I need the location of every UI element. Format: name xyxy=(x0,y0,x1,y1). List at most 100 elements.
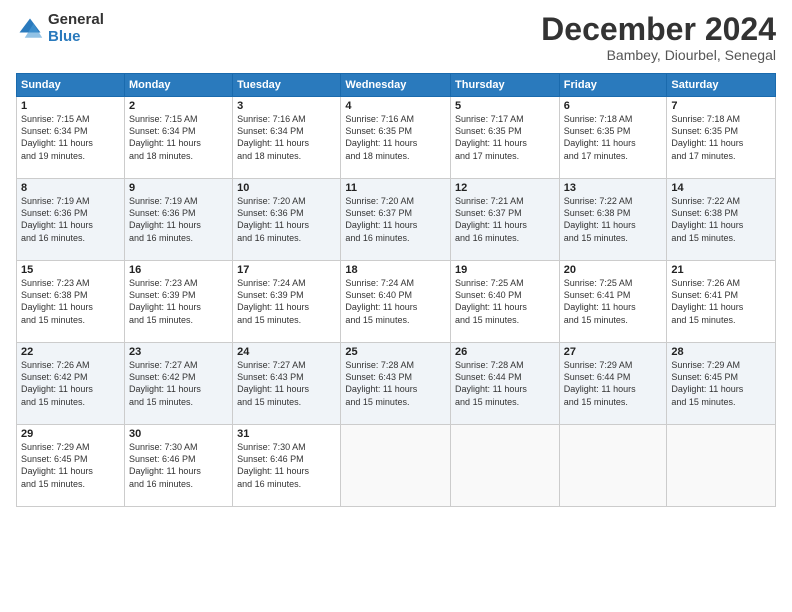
week-row-5: 29Sunrise: 7:29 AMSunset: 6:45 PMDayligh… xyxy=(17,425,776,507)
day-cell: 30Sunrise: 7:30 AMSunset: 6:46 PMDayligh… xyxy=(124,425,232,507)
week-row-1: 1Sunrise: 7:15 AMSunset: 6:34 PMDaylight… xyxy=(17,97,776,179)
day-info: Sunrise: 7:29 AMSunset: 6:45 PMDaylight:… xyxy=(21,441,120,490)
day-number: 21 xyxy=(671,264,771,276)
day-info: Sunrise: 7:30 AMSunset: 6:46 PMDaylight:… xyxy=(237,441,336,490)
day-number: 28 xyxy=(671,346,771,358)
day-number: 27 xyxy=(564,346,663,358)
day-cell: 4Sunrise: 7:16 AMSunset: 6:35 PMDaylight… xyxy=(341,97,451,179)
day-cell: 18Sunrise: 7:24 AMSunset: 6:40 PMDayligh… xyxy=(341,261,451,343)
day-info: Sunrise: 7:21 AMSunset: 6:37 PMDaylight:… xyxy=(455,195,555,244)
day-info: Sunrise: 7:20 AMSunset: 6:37 PMDaylight:… xyxy=(345,195,446,244)
day-cell: 7Sunrise: 7:18 AMSunset: 6:35 PMDaylight… xyxy=(667,97,776,179)
day-cell xyxy=(451,425,560,507)
day-number: 9 xyxy=(129,182,228,194)
day-number: 30 xyxy=(129,428,228,440)
day-cell: 21Sunrise: 7:26 AMSunset: 6:41 PMDayligh… xyxy=(667,261,776,343)
day-number: 22 xyxy=(21,346,120,358)
day-info: Sunrise: 7:26 AMSunset: 6:42 PMDaylight:… xyxy=(21,359,120,408)
day-cell xyxy=(667,425,776,507)
day-cell: 26Sunrise: 7:28 AMSunset: 6:44 PMDayligh… xyxy=(451,343,560,425)
day-cell: 25Sunrise: 7:28 AMSunset: 6:43 PMDayligh… xyxy=(341,343,451,425)
day-number: 25 xyxy=(345,346,446,358)
day-info: Sunrise: 7:26 AMSunset: 6:41 PMDaylight:… xyxy=(671,277,771,326)
header-cell-thursday: Thursday xyxy=(451,74,560,97)
day-cell: 5Sunrise: 7:17 AMSunset: 6:35 PMDaylight… xyxy=(451,97,560,179)
header-cell-sunday: Sunday xyxy=(17,74,125,97)
day-info: Sunrise: 7:24 AMSunset: 6:39 PMDaylight:… xyxy=(237,277,336,326)
header-cell-tuesday: Tuesday xyxy=(233,74,341,97)
day-info: Sunrise: 7:24 AMSunset: 6:40 PMDaylight:… xyxy=(345,277,446,326)
day-number: 7 xyxy=(671,100,771,112)
day-cell: 17Sunrise: 7:24 AMSunset: 6:39 PMDayligh… xyxy=(233,261,341,343)
header-cell-monday: Monday xyxy=(124,74,232,97)
day-number: 15 xyxy=(21,264,120,276)
day-info: Sunrise: 7:15 AMSunset: 6:34 PMDaylight:… xyxy=(129,113,228,162)
day-cell: 12Sunrise: 7:21 AMSunset: 6:37 PMDayligh… xyxy=(451,179,560,261)
day-number: 29 xyxy=(21,428,120,440)
day-number: 31 xyxy=(237,428,336,440)
logo-general: General xyxy=(48,11,104,28)
day-info: Sunrise: 7:20 AMSunset: 6:36 PMDaylight:… xyxy=(237,195,336,244)
logo-icon xyxy=(16,15,44,43)
day-cell: 9Sunrise: 7:19 AMSunset: 6:36 PMDaylight… xyxy=(124,179,232,261)
day-cell xyxy=(559,425,667,507)
day-cell: 23Sunrise: 7:27 AMSunset: 6:42 PMDayligh… xyxy=(124,343,232,425)
day-number: 26 xyxy=(455,346,555,358)
day-number: 19 xyxy=(455,264,555,276)
day-info: Sunrise: 7:19 AMSunset: 6:36 PMDaylight:… xyxy=(21,195,120,244)
day-info: Sunrise: 7:25 AMSunset: 6:40 PMDaylight:… xyxy=(455,277,555,326)
day-cell: 11Sunrise: 7:20 AMSunset: 6:37 PMDayligh… xyxy=(341,179,451,261)
day-cell: 14Sunrise: 7:22 AMSunset: 6:38 PMDayligh… xyxy=(667,179,776,261)
day-info: Sunrise: 7:17 AMSunset: 6:35 PMDaylight:… xyxy=(455,113,555,162)
day-info: Sunrise: 7:15 AMSunset: 6:34 PMDaylight:… xyxy=(21,113,120,162)
day-info: Sunrise: 7:28 AMSunset: 6:43 PMDaylight:… xyxy=(345,359,446,408)
header-cell-wednesday: Wednesday xyxy=(341,74,451,97)
day-info: Sunrise: 7:18 AMSunset: 6:35 PMDaylight:… xyxy=(564,113,663,162)
day-number: 20 xyxy=(564,264,663,276)
day-cell: 10Sunrise: 7:20 AMSunset: 6:36 PMDayligh… xyxy=(233,179,341,261)
day-cell: 8Sunrise: 7:19 AMSunset: 6:36 PMDaylight… xyxy=(17,179,125,261)
day-info: Sunrise: 7:23 AMSunset: 6:39 PMDaylight:… xyxy=(129,277,228,326)
day-cell: 6Sunrise: 7:18 AMSunset: 6:35 PMDaylight… xyxy=(559,97,667,179)
week-row-3: 15Sunrise: 7:23 AMSunset: 6:38 PMDayligh… xyxy=(17,261,776,343)
day-info: Sunrise: 7:19 AMSunset: 6:36 PMDaylight:… xyxy=(129,195,228,244)
day-number: 12 xyxy=(455,182,555,194)
day-info: Sunrise: 7:27 AMSunset: 6:42 PMDaylight:… xyxy=(129,359,228,408)
week-row-4: 22Sunrise: 7:26 AMSunset: 6:42 PMDayligh… xyxy=(17,343,776,425)
day-number: 4 xyxy=(345,100,446,112)
logo-blue: Blue xyxy=(48,28,81,45)
day-number: 5 xyxy=(455,100,555,112)
calendar-table: SundayMondayTuesdayWednesdayThursdayFrid… xyxy=(16,73,776,507)
day-number: 14 xyxy=(671,182,771,194)
day-number: 24 xyxy=(237,346,336,358)
header-cell-saturday: Saturday xyxy=(667,74,776,97)
logo: General Blue xyxy=(16,12,104,45)
day-number: 17 xyxy=(237,264,336,276)
day-number: 3 xyxy=(237,100,336,112)
day-number: 18 xyxy=(345,264,446,276)
day-info: Sunrise: 7:28 AMSunset: 6:44 PMDaylight:… xyxy=(455,359,555,408)
week-row-2: 8Sunrise: 7:19 AMSunset: 6:36 PMDaylight… xyxy=(17,179,776,261)
page: General Blue December 2024 Bambey, Diour… xyxy=(0,0,792,612)
day-info: Sunrise: 7:22 AMSunset: 6:38 PMDaylight:… xyxy=(564,195,663,244)
day-cell: 22Sunrise: 7:26 AMSunset: 6:42 PMDayligh… xyxy=(17,343,125,425)
day-number: 1 xyxy=(21,100,120,112)
day-info: Sunrise: 7:30 AMSunset: 6:46 PMDaylight:… xyxy=(129,441,228,490)
day-cell: 2Sunrise: 7:15 AMSunset: 6:34 PMDaylight… xyxy=(124,97,232,179)
day-info: Sunrise: 7:29 AMSunset: 6:44 PMDaylight:… xyxy=(564,359,663,408)
title-block: December 2024 Bambey, Diourbel, Senegal xyxy=(541,12,776,63)
logo-text: General Blue xyxy=(48,12,104,45)
day-cell: 29Sunrise: 7:29 AMSunset: 6:45 PMDayligh… xyxy=(17,425,125,507)
day-cell: 27Sunrise: 7:29 AMSunset: 6:44 PMDayligh… xyxy=(559,343,667,425)
day-cell: 15Sunrise: 7:23 AMSunset: 6:38 PMDayligh… xyxy=(17,261,125,343)
day-info: Sunrise: 7:29 AMSunset: 6:45 PMDaylight:… xyxy=(671,359,771,408)
day-cell: 31Sunrise: 7:30 AMSunset: 6:46 PMDayligh… xyxy=(233,425,341,507)
location: Bambey, Diourbel, Senegal xyxy=(541,47,776,63)
day-info: Sunrise: 7:25 AMSunset: 6:41 PMDaylight:… xyxy=(564,277,663,326)
day-number: 10 xyxy=(237,182,336,194)
day-cell: 19Sunrise: 7:25 AMSunset: 6:40 PMDayligh… xyxy=(451,261,560,343)
day-cell: 3Sunrise: 7:16 AMSunset: 6:34 PMDaylight… xyxy=(233,97,341,179)
month-title: December 2024 xyxy=(541,12,776,47)
day-cell: 1Sunrise: 7:15 AMSunset: 6:34 PMDaylight… xyxy=(17,97,125,179)
day-info: Sunrise: 7:16 AMSunset: 6:34 PMDaylight:… xyxy=(237,113,336,162)
